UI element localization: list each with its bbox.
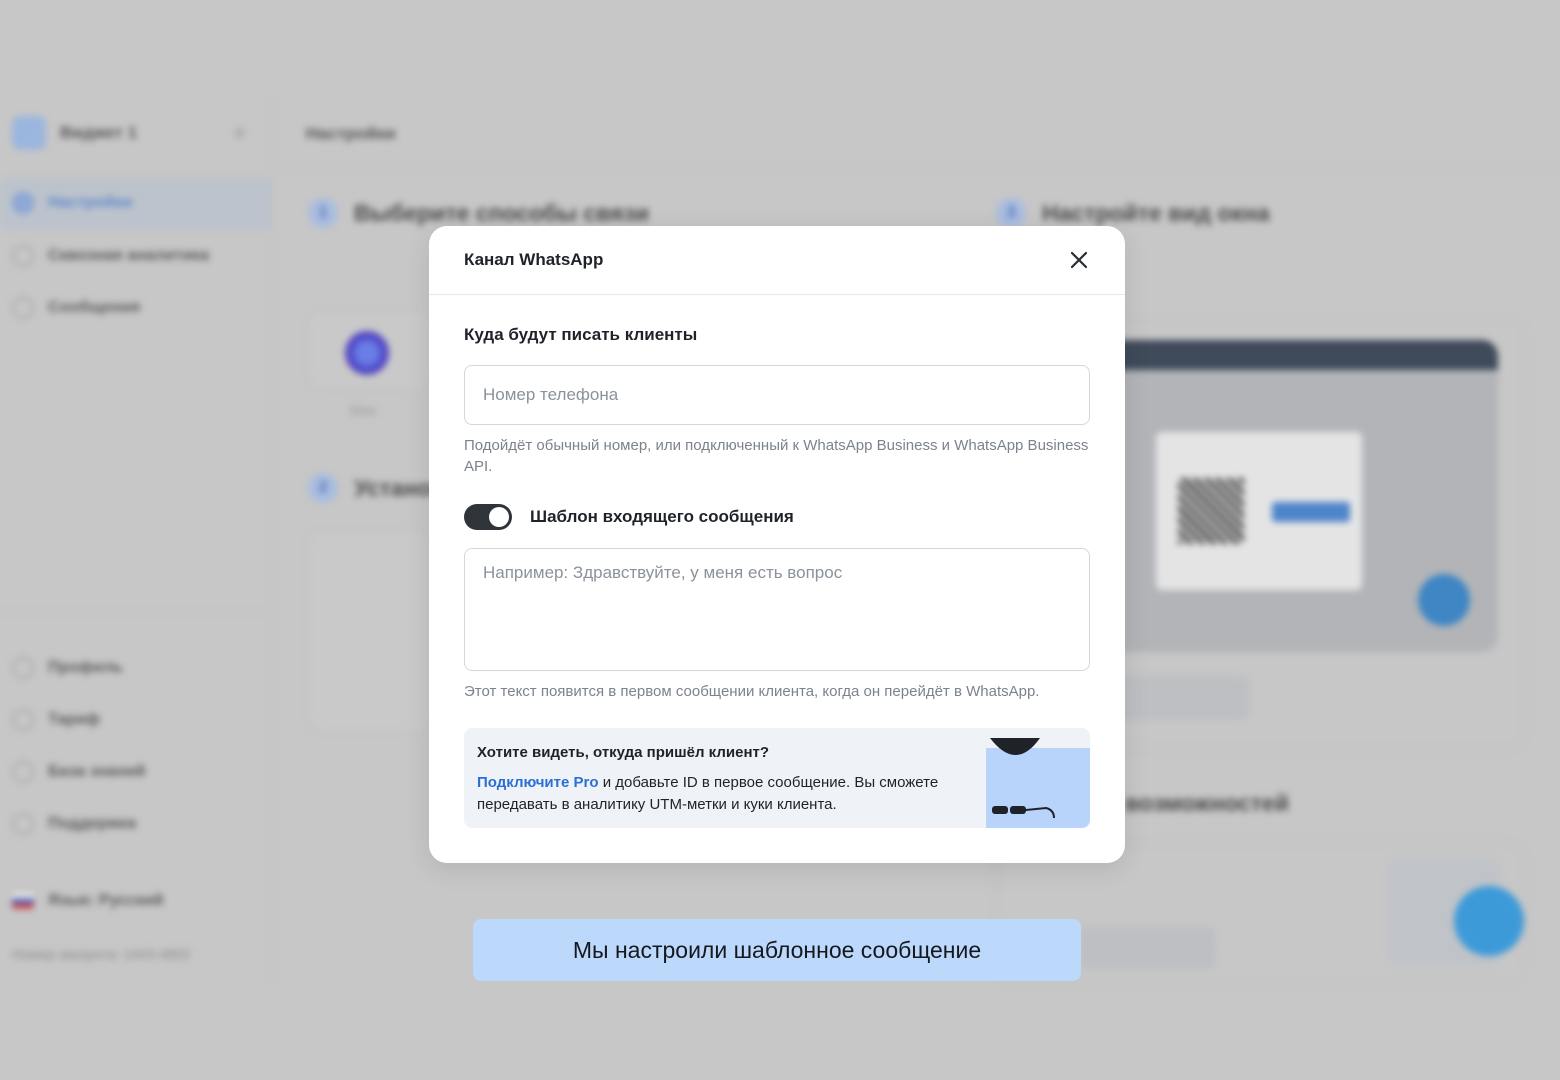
message-template-input[interactable] xyxy=(464,548,1090,671)
pro-promo-box: Хотите видеть, откуда пришёл клиент? Под… xyxy=(464,728,1090,828)
pro-illustration xyxy=(986,738,1090,828)
message-hint: Этот текст появится в первом сообщении к… xyxy=(464,683,1040,700)
step-title: возможностей xyxy=(1125,790,1289,816)
sidebar-item-label: Профиль xyxy=(48,659,123,676)
language-selector[interactable]: Язык: Русский xyxy=(12,892,164,910)
step-title: Выберите способы связи xyxy=(354,199,650,226)
sidebar-item-label: Настройки xyxy=(48,194,133,211)
step-title: Настройте вид окна xyxy=(1042,199,1270,226)
modal-title: Канал WhatsApp xyxy=(464,250,604,269)
section-label: Куда будут писать клиенты xyxy=(464,325,698,344)
phone-hint: Подойдёт обычный номер, или подключенный… xyxy=(464,437,1089,475)
template-toggle-row: Шаблон входящего сообщения xyxy=(464,504,794,530)
widget-name: Виджет 1 xyxy=(60,123,138,142)
account-number: Номер аккаунта: 1443-4802 xyxy=(12,946,191,962)
sidebar-item-label: База знаний xyxy=(48,763,146,780)
sidebar-divider xyxy=(0,612,272,613)
toggle-knob xyxy=(489,507,509,527)
step-number: 1 xyxy=(308,198,338,228)
topbar: Настройки xyxy=(272,100,1560,167)
script-card xyxy=(308,530,432,732)
caption-banner: Мы настроили шаблонное сообщение xyxy=(473,919,1081,981)
whatsapp-channel-modal: Канал WhatsApp Куда будут писать клиенты… xyxy=(429,226,1125,863)
page-title: Настройки xyxy=(306,124,396,143)
analytics-icon xyxy=(12,245,34,267)
sidebar-item-label: Сквозная аналитика xyxy=(48,247,210,264)
max-logo-icon xyxy=(345,331,389,375)
features-heading: возможностей xyxy=(1125,790,1289,817)
widget-button-icon xyxy=(1418,574,1470,626)
sidebar-item-profile[interactable]: Профиль xyxy=(12,657,123,679)
connect-pro-link[interactable]: Подключите Pro xyxy=(477,774,599,791)
close-button[interactable] xyxy=(1065,246,1093,274)
step-number: 3 xyxy=(996,198,1026,228)
toggle-label: Шаблон входящего сообщения xyxy=(530,507,794,526)
book-icon xyxy=(12,761,34,783)
messages-icon xyxy=(12,297,34,319)
settings-icon xyxy=(12,192,34,214)
tariff-icon xyxy=(12,709,34,731)
language-label: Язык: Русский xyxy=(48,892,164,909)
sidebar-item-analytics[interactable]: Сквозная аналитика xyxy=(12,245,209,267)
phone-input[interactable] xyxy=(464,365,1090,425)
qr-code-icon xyxy=(1178,478,1244,544)
channel-label: Max xyxy=(350,402,377,418)
add-widget-icon[interactable]: + xyxy=(232,118,247,149)
template-toggle[interactable] xyxy=(464,504,512,530)
close-icon xyxy=(1070,251,1088,269)
sidebar: Виджет 1 + Настройки Сквозная аналитика … xyxy=(0,100,273,980)
open-settings-button[interactable] xyxy=(1080,926,1216,970)
russian-flag-icon xyxy=(12,893,34,909)
sidebar-item-label: Поддержка xyxy=(48,815,137,832)
step-3-heading: 3 Настройте вид окна xyxy=(996,198,1270,228)
sidebar-item-knowledge-base[interactable]: База знаний xyxy=(12,761,146,783)
modal-header: Канал WhatsApp xyxy=(429,226,1125,295)
sidebar-item-label: Сообщения xyxy=(48,299,141,316)
sidebar-item-tariff[interactable]: Тариф xyxy=(12,709,100,731)
sidebar-item-messages[interactable]: Сообщения xyxy=(12,297,140,319)
channel-card[interactable] xyxy=(308,310,432,390)
support-icon xyxy=(12,813,34,835)
sidebar-item-support[interactable]: Поддержка xyxy=(12,813,136,835)
widget-logo-icon xyxy=(12,116,46,150)
pro-title: Хотите видеть, откуда пришёл клиент? xyxy=(477,744,770,761)
pro-text: Подключите Pro и добавьте ID в первое со… xyxy=(477,772,977,816)
sidebar-item-settings[interactable]: Настройки xyxy=(12,192,132,214)
sidebar-item-label: Тариф xyxy=(48,711,100,728)
widget-preview xyxy=(1100,340,1498,652)
character-illustration-icon xyxy=(990,738,1055,819)
widget-selector[interactable]: Виджет 1 xyxy=(12,116,137,150)
telegram-icon[interactable] xyxy=(1454,886,1524,956)
step-1-heading: 1 Выберите способы связи xyxy=(308,198,649,228)
step-number: 2 xyxy=(308,473,338,503)
user-icon xyxy=(12,657,34,679)
